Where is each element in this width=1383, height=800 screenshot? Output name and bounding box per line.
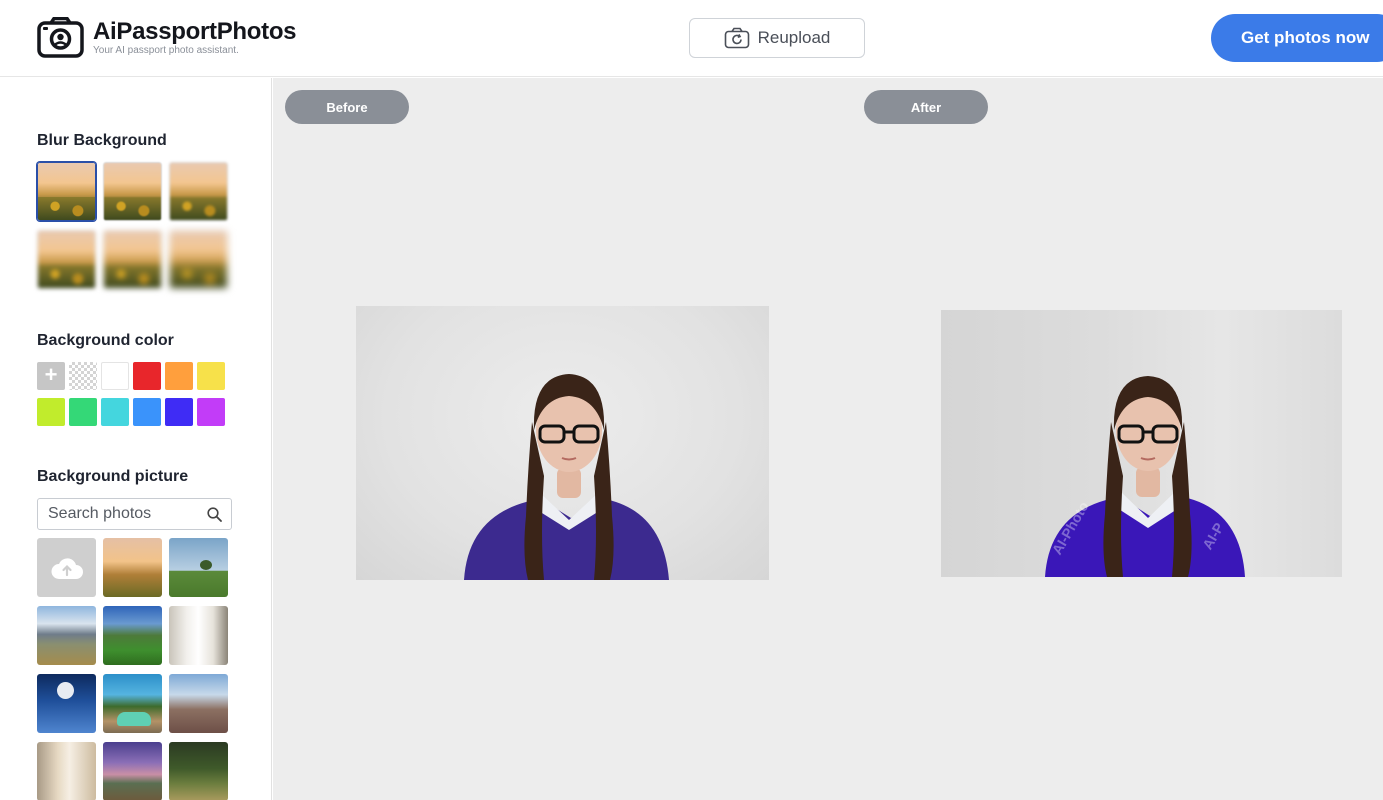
reupload-label: Reupload bbox=[757, 28, 831, 47]
reupload-button[interactable]: Reupload bbox=[689, 18, 865, 58]
add-color-button[interactable]: + bbox=[37, 362, 65, 390]
picture-interior[interactable] bbox=[169, 606, 228, 665]
swatch-orange[interactable] bbox=[165, 362, 193, 390]
swatch-transparent[interactable] bbox=[69, 362, 97, 390]
before-label: Before bbox=[285, 90, 409, 124]
cloud-upload-icon bbox=[51, 557, 83, 579]
brand-name: AiPassportPhotos bbox=[93, 17, 297, 45]
editor-sidebar: Blur Background Background color + Backg… bbox=[0, 78, 272, 800]
brand-tagline: Your AI passport photo assistant. bbox=[93, 44, 239, 56]
swatch-cyan[interactable] bbox=[101, 398, 129, 426]
swatch-lime[interactable] bbox=[37, 398, 65, 426]
picture-moon[interactable] bbox=[37, 674, 96, 733]
blur-option-3[interactable] bbox=[37, 230, 96, 289]
swatch-blue[interactable] bbox=[133, 398, 161, 426]
search-icon[interactable] bbox=[207, 507, 222, 522]
after-photo: AI-Photo AI-P bbox=[941, 310, 1342, 577]
before-photo bbox=[356, 306, 769, 580]
search-photos-field[interactable] bbox=[37, 498, 232, 530]
swatch-purple[interactable] bbox=[197, 398, 225, 426]
top-bar: AiPassportPhotos Your AI passport photo … bbox=[0, 0, 1383, 77]
picture-mountain[interactable] bbox=[37, 606, 96, 665]
blur-options bbox=[37, 162, 228, 289]
blur-option-2[interactable] bbox=[169, 162, 228, 221]
search-input[interactable] bbox=[48, 505, 198, 523]
background-color-title: Background color bbox=[37, 332, 174, 349]
camera-logo-icon bbox=[37, 17, 84, 58]
picture-lavender-field[interactable] bbox=[169, 674, 228, 733]
swatch-red[interactable] bbox=[133, 362, 161, 390]
background-pictures bbox=[37, 538, 228, 800]
background-picture-title: Background picture bbox=[37, 468, 189, 485]
portrait-illustration bbox=[1045, 376, 1245, 577]
picture-window[interactable] bbox=[37, 742, 96, 800]
blur-option-0[interactable] bbox=[37, 162, 96, 221]
picture-green-valley[interactable] bbox=[103, 606, 162, 665]
comparison-canvas: Before After AI-Photo AI-P bbox=[273, 78, 1383, 800]
camera-refresh-icon bbox=[724, 27, 749, 49]
swatch-yellow[interactable] bbox=[197, 362, 225, 390]
blur-option-1[interactable] bbox=[103, 162, 162, 221]
logo[interactable]: AiPassportPhotos Your AI passport photo … bbox=[37, 17, 297, 58]
blur-background-title: Blur Background bbox=[37, 132, 167, 149]
blur-option-5[interactable] bbox=[169, 230, 228, 289]
portrait-illustration bbox=[464, 374, 669, 580]
after-label: After bbox=[864, 90, 988, 124]
picture-car-tree[interactable] bbox=[103, 674, 162, 733]
picture-lone-tree[interactable] bbox=[169, 538, 228, 597]
picture-purple-sky[interactable] bbox=[103, 742, 162, 800]
picture-garden-chair[interactable] bbox=[169, 742, 228, 800]
upload-picture-button[interactable] bbox=[37, 538, 96, 597]
get-photos-button[interactable]: Get photos now bbox=[1211, 14, 1383, 62]
swatch-indigo[interactable] bbox=[165, 398, 193, 426]
swatch-white[interactable] bbox=[101, 362, 129, 390]
swatch-green[interactable] bbox=[69, 398, 97, 426]
picture-balloons[interactable] bbox=[103, 538, 162, 597]
blur-option-4[interactable] bbox=[103, 230, 162, 289]
color-swatches: + bbox=[37, 362, 225, 426]
